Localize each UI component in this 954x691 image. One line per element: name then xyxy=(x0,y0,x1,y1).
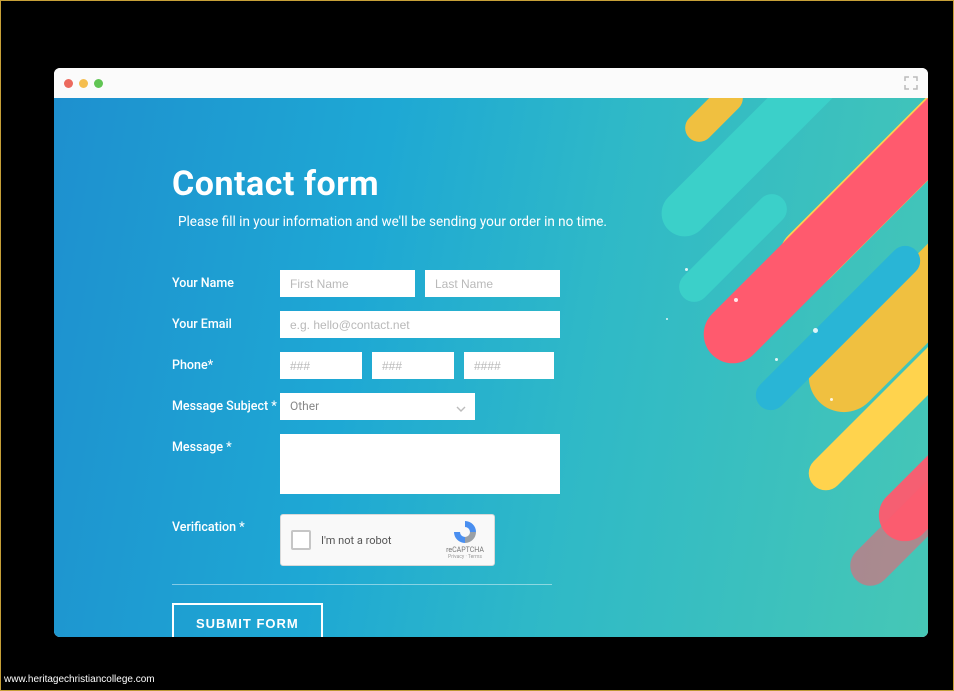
label-phone: Phone* xyxy=(172,352,280,373)
phone-part3-input[interactable] xyxy=(464,352,554,379)
decor-dot xyxy=(775,358,778,361)
row-message: Message * xyxy=(172,434,692,494)
email-input[interactable] xyxy=(280,311,560,338)
recaptcha-brand: reCAPTCHA xyxy=(444,546,486,554)
recaptcha-checkbox[interactable] xyxy=(291,530,311,550)
label-name: Your Name xyxy=(172,270,280,291)
decor-dot xyxy=(813,328,818,333)
traffic-lights xyxy=(64,79,103,88)
row-name: Your Name xyxy=(172,270,692,297)
close-window-button[interactable] xyxy=(64,79,73,88)
subject-select[interactable]: Other xyxy=(280,393,475,420)
row-phone: Phone* xyxy=(172,352,692,379)
contact-form: Contact form Please fill in your informa… xyxy=(172,164,692,637)
window-titlebar xyxy=(54,68,928,98)
submit-button[interactable]: SUBMIT FORM xyxy=(172,603,323,637)
page-viewport: Contact form Please fill in your informa… xyxy=(54,98,928,637)
expand-icon[interactable] xyxy=(904,76,918,90)
page-title: Contact form xyxy=(172,164,692,204)
minimize-window-button[interactable] xyxy=(79,79,88,88)
recaptcha-badge: reCAPTCHA Privacy · Terms xyxy=(444,519,486,560)
recaptcha-legal: Privacy · Terms xyxy=(444,554,486,560)
row-verification: Verification * I'm not a robot xyxy=(172,514,692,566)
label-message: Message * xyxy=(172,434,280,455)
label-verification: Verification * xyxy=(172,514,280,535)
chevron-down-icon xyxy=(455,400,467,419)
row-email: Your Email xyxy=(172,311,692,338)
message-textarea[interactable] xyxy=(280,434,560,494)
recaptcha-widget: I'm not a robot reCAPTCHA Privacy · Te xyxy=(280,514,495,566)
last-name-input[interactable] xyxy=(425,270,560,297)
page-subtitle: Please fill in your information and we'l… xyxy=(172,214,692,230)
watermark-text: www.heritagechristiancollege.com xyxy=(4,674,155,685)
row-subject: Message Subject * Other xyxy=(172,393,692,420)
subject-select-value: Other xyxy=(280,393,475,419)
label-subject: Message Subject * xyxy=(172,393,280,414)
decor-dot xyxy=(734,298,738,302)
label-email: Your Email xyxy=(172,311,280,332)
form-divider xyxy=(172,584,552,585)
first-name-input[interactable] xyxy=(280,270,415,297)
zoom-window-button[interactable] xyxy=(94,79,103,88)
recaptcha-logo-icon xyxy=(452,519,478,545)
recaptcha-text: I'm not a robot xyxy=(321,534,392,547)
browser-window: Contact form Please fill in your informa… xyxy=(54,68,928,637)
phone-part1-input[interactable] xyxy=(280,352,362,379)
phone-part2-input[interactable] xyxy=(372,352,454,379)
decor-dot xyxy=(830,398,833,401)
